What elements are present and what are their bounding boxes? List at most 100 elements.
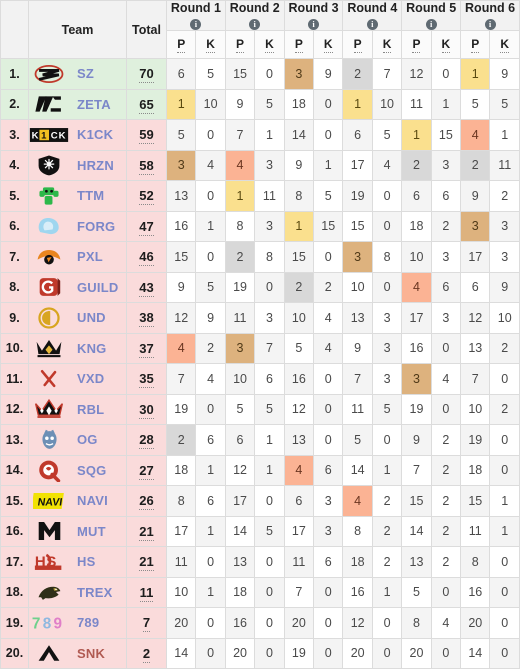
total-value: 35 [139,371,154,389]
kills-cell-round-2: 3 [254,302,285,334]
kills-cell-round-3: 5 [313,180,344,212]
table-row[interactable]: 18. TREX 11 10 1 18 0 7 0 16 1 5 0 16 0 [0,576,520,608]
kills-cell-round-2: 0 [254,58,285,90]
table-row[interactable]: 8. GUILD 43 9 5 19 0 2 2 10 0 4 6 6 9 [0,271,520,303]
placement-cell-round-4: 19 [342,180,373,212]
table-row[interactable]: 12. RBL 30 19 0 5 5 12 0 11 5 19 0 10 2 [0,393,520,425]
hrzn-logo [29,152,69,178]
placement-cell-round-4: 12 [342,607,373,639]
placement-cell-round-1: 11 [165,546,197,578]
round-2-header: Round 2 i [224,0,285,31]
kills-cell-round-6: 2 [489,180,520,212]
kills-cell-round-3: 0 [313,576,344,608]
table-row[interactable]: 14. SQG 27 18 1 12 1 4 6 14 1 7 2 18 0 [0,454,520,486]
placement-subheader-round-2[interactable]: P [224,30,256,59]
team-cell[interactable]: PXL [28,241,127,273]
placement-cell-round-3: 6 [283,485,315,517]
info-icon[interactable]: i [425,19,437,30]
kills-cell-round-1: 5 [195,271,226,303]
team-cell[interactable]: SNK [28,637,127,669]
table-row[interactable]: 19. 7 8 9 789 7 20 0 16 0 20 0 12 0 8 4 20 0 [0,607,520,639]
team-cell[interactable]: ZETA [28,88,127,120]
kills-subheader-round-1[interactable]: K [195,30,226,59]
kills-cell-round-5: 2 [430,424,462,456]
placement-subheader-round-5[interactable]: P [401,30,432,59]
rank-cell: 7. [0,241,29,273]
table-row[interactable]: 6. FORG 47 16 1 8 3 1 15 15 0 18 2 3 3 [0,210,520,242]
placement-subheader-round-3[interactable]: P [283,30,315,59]
team-cell[interactable]: SZ [28,58,127,90]
table-row[interactable]: 11. VXD 35 7 4 10 6 16 0 7 3 3 4 7 0 [0,363,520,395]
pxl-logo [29,244,69,270]
table-row[interactable]: 9. UND 38 12 9 11 3 10 4 13 3 17 3 12 10 [0,302,520,334]
table-row[interactable]: 5. TTM 52 13 0 1 11 8 5 19 0 6 6 9 2 [0,180,520,212]
placement-cell-round-2: 14 [224,515,256,547]
table-row[interactable]: 1. SZ 70 6 5 15 0 3 9 2 7 12 0 1 9 [0,58,520,90]
kills-cell-round-2: 5 [254,88,285,120]
placement-subheader-round-6[interactable]: P [460,30,491,59]
kills-cell-round-1: 4 [195,149,226,181]
total-cell: 59 [126,119,167,151]
total-value: 27 [139,462,154,480]
team-cell[interactable]: TTM [28,180,127,212]
table-row[interactable]: 10. KNG 37 4 2 3 7 5 4 9 3 16 0 13 2 [0,332,520,364]
placement-cell-round-4: 6 [342,119,373,151]
kills-cell-round-1: 4 [195,363,226,395]
team-cell[interactable]: GUILD [28,271,127,303]
placement-cell-round-3: 14 [283,119,315,151]
info-icon[interactable]: i [484,19,496,30]
kills-cell-round-5: 2 [430,454,462,486]
table-row[interactable]: 4. HRZN 58 3 4 4 3 9 1 17 4 2 3 2 11 [0,149,520,181]
table-row[interactable]: 17. H S HS 21 11 0 13 0 11 6 18 2 13 2 8 0 [0,546,520,578]
subheader-label: P [294,36,303,53]
kills-cell-round-1: 2 [195,332,226,364]
table-row[interactable]: 2. ZETA 65 1 10 9 5 18 0 1 10 11 1 5 5 [0,88,520,120]
table-row[interactable]: 15. NAVI NAVI 26 8 6 17 0 6 3 4 2 15 2 15 1 [0,485,520,517]
team-cell[interactable]: KNG [28,332,127,364]
placement-subheader-round-1[interactable]: P [165,30,197,59]
team-cell[interactable]: H S HS [28,546,127,578]
table-row[interactable]: 7. PXL 46 15 0 2 8 15 0 3 8 10 3 17 3 [0,241,520,273]
team-cell[interactable]: UND [28,302,127,334]
table-row[interactable]: 3. K C K 1 K1CK 59 5 0 7 1 14 0 6 5 1 15 4 1 [0,119,520,151]
placement-subheader-round-4[interactable]: P [342,30,373,59]
team-cell[interactable]: TREX [28,576,127,608]
kills-subheader-round-5[interactable]: K [430,30,462,59]
team-cell[interactable]: K C K 1 K1CK [28,119,127,151]
total-value: 11 [139,584,154,602]
kills-cell-round-5: 2 [430,546,462,578]
total-cell: 28 [126,424,167,456]
kills-subheader-round-4[interactable]: K [371,30,403,59]
team-cell[interactable]: HRZN [28,149,127,181]
team-cell[interactable]: OG [28,424,127,456]
kills-cell-round-1: 0 [195,393,226,425]
team-cell[interactable]: NAVI NAVI [28,485,127,517]
team-cell[interactable]: SQG [28,454,127,486]
kills-cell-round-3: 4 [313,302,344,334]
team-cell[interactable]: FORG [28,210,127,242]
kills-subheader-round-3[interactable]: K [313,30,344,59]
round-4-header: Round 4 i [342,0,403,31]
kills-subheader-round-2[interactable]: K [254,30,285,59]
placement-cell-round-2: 2 [224,241,256,273]
rank-cell: 16. [0,515,29,547]
info-icon[interactable]: i [366,19,378,30]
team-name: 789 [77,615,100,631]
info-icon[interactable]: i [249,19,261,30]
team-cell[interactable]: 7 8 9 789 [28,607,127,639]
team-cell[interactable]: MUT [28,515,127,547]
total-value: 7 [142,615,151,633]
rank-cell: 1. [0,58,29,90]
info-icon[interactable]: i [190,19,202,30]
placement-cell-round-4: 10 [342,271,373,303]
table-row[interactable]: 13. OG 28 2 6 6 1 13 0 5 0 9 2 19 0 [0,424,520,456]
team-cell[interactable]: RBL [28,393,127,425]
table-row[interactable]: 16. MUT 21 17 1 14 5 17 3 8 2 14 2 11 1 [0,515,520,547]
kng-logo [29,335,69,361]
placement-cell-round-4: 13 [342,302,373,334]
kills-cell-round-1: 1 [195,576,226,608]
team-cell[interactable]: VXD [28,363,127,395]
kills-subheader-round-6[interactable]: K [489,30,520,59]
table-row[interactable]: 20. SNK 2 14 0 20 0 19 0 20 0 20 0 14 0 [0,637,520,669]
info-icon[interactable]: i [308,19,320,30]
